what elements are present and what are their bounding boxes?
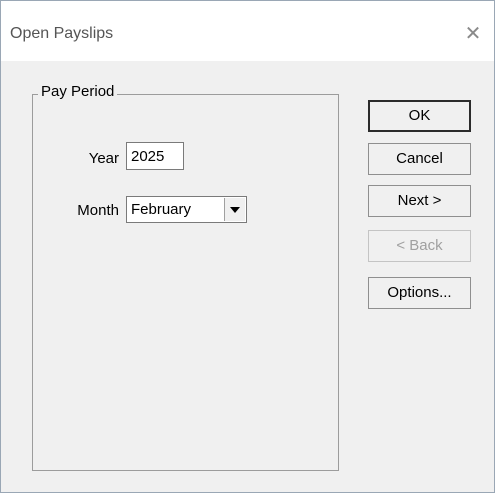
close-icon: ✕ (464, 23, 482, 45)
dialog-window: Open Payslips ✕ Pay Period Year Month Fe… (0, 0, 495, 493)
title-bar: Open Payslips ✕ (1, 1, 494, 61)
back-button[interactable]: < Back (368, 230, 471, 262)
chevron-down-icon (230, 207, 240, 213)
close-button[interactable]: ✕ (458, 19, 488, 49)
year-label: Year (88, 150, 119, 167)
next-button[interactable]: Next > (368, 185, 471, 217)
pay-period-legend: Pay Period (38, 83, 118, 100)
window-title: Open Payslips (10, 25, 114, 42)
options-button[interactable]: Options... (368, 277, 471, 309)
month-selected-value: February (131, 201, 192, 218)
year-input[interactable] (126, 142, 184, 170)
month-label: Month (77, 202, 119, 219)
cancel-button[interactable]: Cancel (368, 143, 471, 175)
month-dropdown-button[interactable] (224, 198, 245, 221)
ok-button[interactable]: OK (368, 100, 471, 132)
month-dropdown[interactable]: February (126, 196, 247, 223)
